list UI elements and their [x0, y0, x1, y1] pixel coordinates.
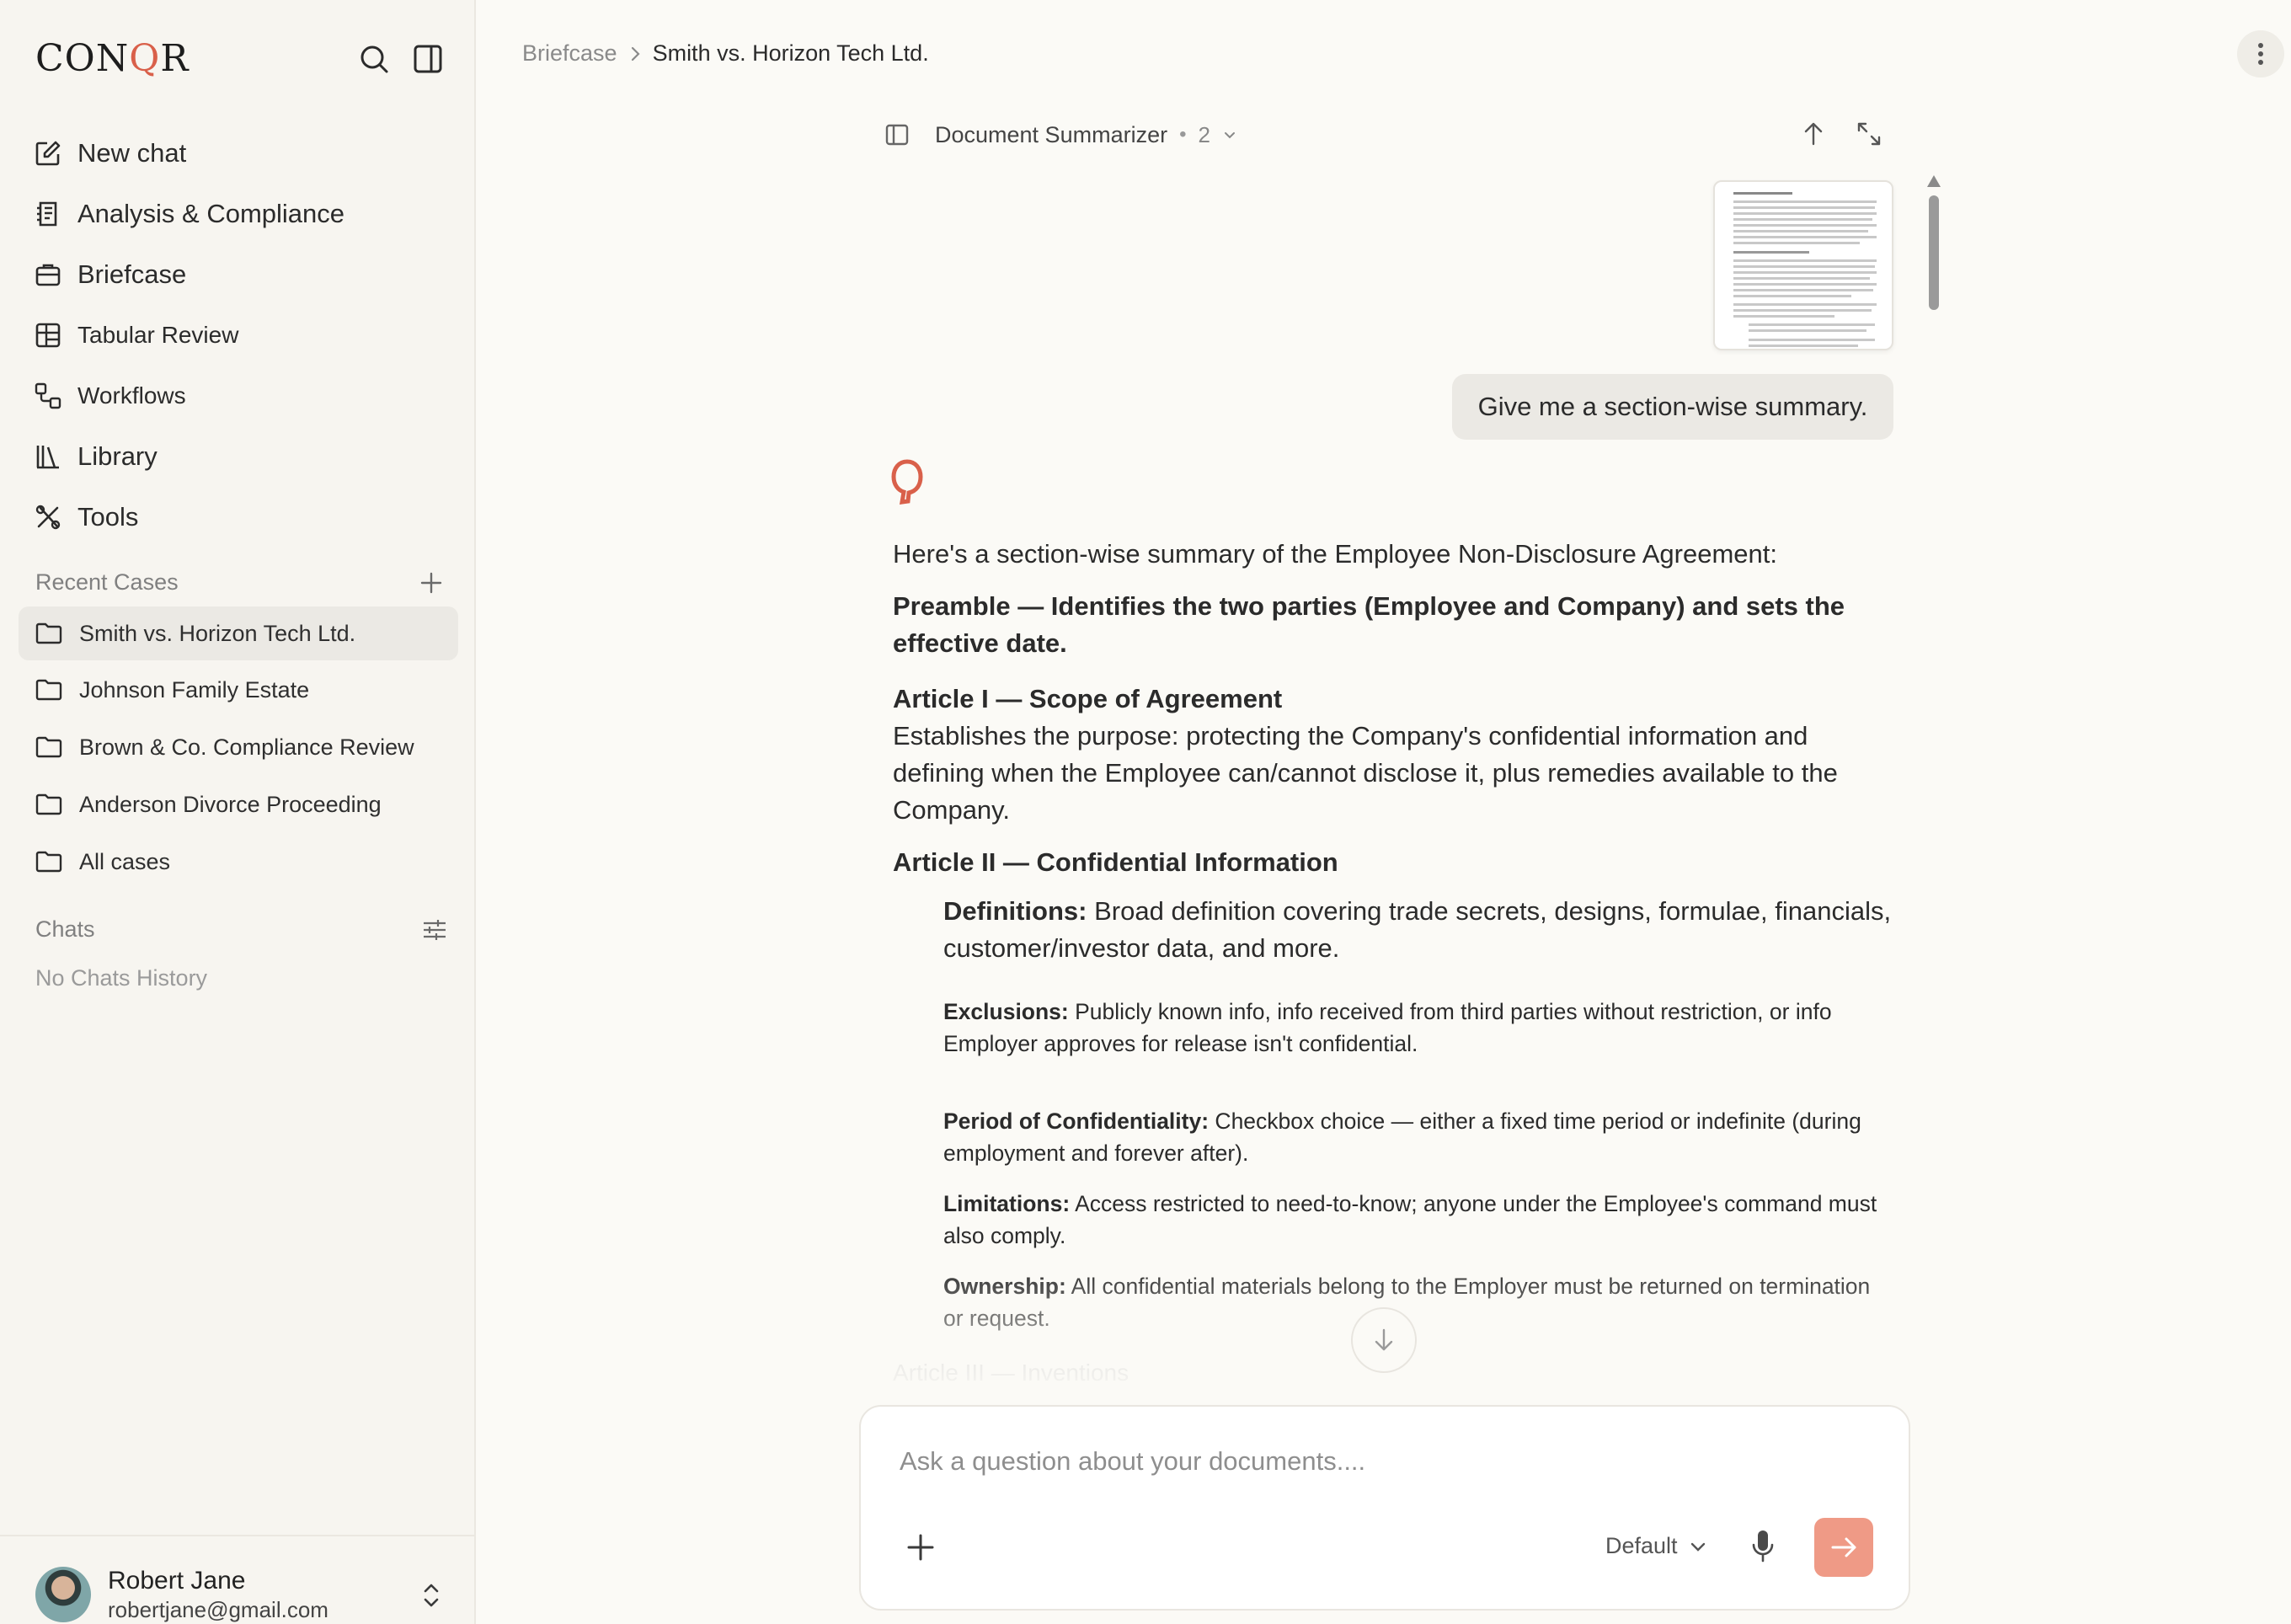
chevron-up-down-icon[interactable]	[419, 1579, 443, 1612]
nav-label: Library	[77, 441, 158, 471]
arrow-right-icon	[1831, 1537, 1856, 1557]
assistant-logo-icon	[891, 459, 923, 505]
folder-icon	[35, 793, 62, 815]
microphone-icon[interactable]	[1750, 1528, 1776, 1563]
arrow-up-icon[interactable]	[1799, 120, 1828, 148]
panel-toggle-icon[interactable]	[884, 122, 910, 147]
definitions-item: Definitions: Broad definition covering t…	[943, 896, 1892, 963]
folder-icon	[35, 736, 62, 758]
limitations-item: Limitations: Access restricted to need-t…	[943, 1191, 1877, 1248]
user-email: robertjane@gmail.com	[108, 1597, 328, 1622]
nav-new-chat[interactable]: New chat	[34, 123, 344, 184]
case-item-smith-horizon[interactable]: Smith vs. Horizon Tech Ltd.	[19, 606, 458, 660]
chevron-down-icon[interactable]	[1222, 127, 1237, 142]
nav-briefcase[interactable]: Briefcase	[34, 244, 344, 305]
case-label: Anderson Divorce Proceeding	[79, 791, 382, 817]
expand-icon[interactable]	[1855, 120, 1883, 148]
separator-dot: •	[1179, 123, 1187, 146]
user-name: Robert Jane	[108, 1567, 246, 1595]
document-count: 2	[1198, 121, 1210, 147]
add-attachment-plus-icon[interactable]	[905, 1531, 937, 1563]
nav-workflows[interactable]: Workflows	[34, 366, 344, 426]
sidebar-toggle-icon[interactable]	[411, 42, 445, 76]
article-1-title: Article I — Scope of Agreement	[893, 684, 1283, 713]
more-options-icon[interactable]	[2237, 30, 2284, 77]
case-item-johnson-estate[interactable]: Johnson Family Estate	[19, 662, 458, 718]
nav-library[interactable]: Library	[34, 426, 344, 487]
recent-cases-list: Smith vs. Horizon Tech Ltd. Johnson Fami…	[19, 606, 458, 891]
model-selector[interactable]: Default	[1605, 1533, 1708, 1559]
user-profile[interactable]: Robert Jane robertjane@gmail.com	[0, 1535, 476, 1624]
answer-preamble: Preamble — Identifies the two parties (E…	[893, 591, 1845, 658]
document-list-icon	[37, 201, 57, 227]
user-message-bubble: Give me a section-wise summary.	[1452, 374, 1893, 440]
filter-sliders-icon[interactable]	[421, 916, 448, 943]
document-thumbnail[interactable]	[1713, 180, 1893, 350]
case-item-anderson-divorce[interactable]: Anderson Divorce Proceeding	[19, 777, 458, 832]
avatar	[35, 1567, 91, 1622]
send-button[interactable]	[1814, 1518, 1873, 1577]
article-1-body: Establishes the purpose: protecting the …	[893, 721, 1838, 825]
library-icon	[36, 446, 59, 469]
scroll-up-arrow-icon[interactable]	[1925, 174, 1942, 189]
nav-analysis-compliance[interactable]: Analysis & Compliance	[34, 184, 344, 244]
case-label: All cases	[79, 848, 171, 874]
nav-tools[interactable]: Tools	[34, 487, 344, 548]
folder-icon	[35, 679, 62, 701]
exclusions-item: Exclusions: Publicly known info, info re…	[943, 999, 1832, 1056]
breadcrumb-current: Smith vs. Horizon Tech Ltd.	[652, 40, 929, 66]
chat-input[interactable]	[900, 1440, 1826, 1482]
chevron-down-icon	[1690, 1542, 1705, 1552]
add-case-plus-icon[interactable]	[418, 569, 445, 596]
nav-tabular-review[interactable]: Tabular Review	[34, 305, 344, 366]
briefcase-icon	[35, 264, 61, 286]
edit-icon	[35, 141, 61, 166]
period-item: Period of Confidentiality: Checkbox choi…	[943, 1108, 1861, 1166]
document-toolbar: Document Summarizer • 2	[884, 116, 1237, 153]
nav-label: Tabular Review	[77, 322, 239, 348]
workflow-icon	[35, 382, 61, 409]
arrow-down-icon	[1375, 1328, 1393, 1351]
nav-label: Briefcase	[77, 259, 187, 289]
article-3-title: Article III — Inventions	[893, 1360, 1129, 1386]
app-logo[interactable]: CONQR	[35, 37, 189, 80]
case-label: Smith vs. Horizon Tech Ltd.	[79, 620, 356, 646]
no-chats-history: No Chats History	[35, 965, 208, 991]
model-label: Default	[1605, 1533, 1678, 1558]
assistant-answer: Here's a section-wise summary of the Emp…	[893, 536, 1895, 1386]
scroll-to-bottom-button[interactable]	[1351, 1307, 1417, 1373]
scrollbar-thumb[interactable]	[1929, 195, 1939, 310]
folder-icon	[35, 622, 62, 644]
ownership-item: Ownership: All confidential materials be…	[943, 1274, 1871, 1331]
tools-icon	[35, 505, 61, 530]
nav-label: Analysis & Compliance	[77, 199, 345, 228]
search-icon[interactable]	[357, 42, 391, 76]
case-item-brown-compliance[interactable]: Brown & Co. Compliance Review	[19, 719, 458, 775]
answer-intro: Here's a section-wise summary of the Emp…	[893, 539, 1778, 569]
article-2-title: Article II — Confidential Information	[893, 847, 1338, 877]
recent-cases-label: Recent Cases	[35, 569, 179, 595]
chat-composer: Default	[859, 1405, 1910, 1611]
chevron-right-icon	[631, 46, 640, 61]
table-icon	[35, 323, 61, 348]
breadcrumb: Briefcase Smith vs. Horizon Tech Ltd.	[522, 40, 929, 67]
case-label: Brown & Co. Compliance Review	[79, 734, 414, 760]
nav-label: Tools	[77, 502, 139, 532]
breadcrumb-parent[interactable]: Briefcase	[522, 40, 617, 67]
main-nav: New chat Analysis & Compliance Briefcase…	[34, 123, 344, 548]
nav-label: New chat	[77, 138, 187, 168]
chats-label: Chats	[35, 916, 95, 942]
case-label: Johnson Family Estate	[79, 676, 310, 702]
folder-icon	[35, 851, 62, 873]
tool-title[interactable]: Document Summarizer	[935, 122, 1167, 148]
sidebar: CONQR New chat Analysis & Compliance Bri…	[0, 0, 476, 1624]
nav-label: Workflows	[77, 382, 186, 409]
case-item-all-cases[interactable]: All cases	[19, 834, 458, 889]
